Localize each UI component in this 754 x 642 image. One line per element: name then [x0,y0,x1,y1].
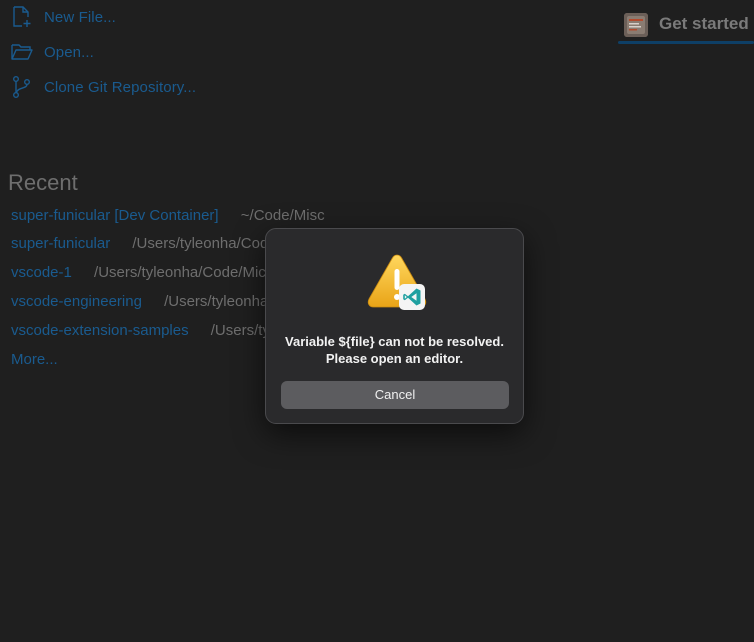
tab-get-started[interactable]: Get started [618,8,754,44]
new-file-icon [10,5,34,29]
new-file-action[interactable]: New File... [10,5,116,29]
recent-item-name[interactable]: super-funicular [Dev Container] [11,207,219,224]
recent-more-link[interactable]: More... [11,351,58,368]
recent-item-name[interactable]: vscode-1 [11,264,72,281]
clone-git-repository-action[interactable]: Clone Git Repository... [10,75,196,99]
folder-open-icon [10,40,34,64]
open-label: Open... [44,43,94,61]
variable-resolution-dialog: Variable ${file} can not be resolved. Pl… [265,228,524,424]
tab-get-started-label: Get started [659,14,749,33]
open-action[interactable]: Open... [10,40,94,64]
clone-git-repository-label: Clone Git Repository... [44,78,197,96]
vscode-welcome-page: New File... Open... Clone Git Repository… [0,0,754,642]
recent-heading: Recent [8,170,78,195]
active-tab-indicator [618,41,754,44]
new-file-label: New File... [44,8,116,26]
get-started-tab-icon [624,13,648,37]
dialog-message: Variable ${file} can not be resolved. Pl… [285,334,504,366]
recent-item[interactable]: vscode-1 /Users/tyleonha/Code/Microsoft [11,264,303,284]
git-branch-icon [10,75,34,99]
cancel-button[interactable]: Cancel [281,381,509,409]
recent-item-name[interactable]: vscode-extension-samples [11,322,189,339]
recent-item-name[interactable]: super-funicular [11,235,110,252]
recent-item[interactable]: super-funicular [Dev Container] ~/Code/M… [11,207,325,227]
recent-item-path: ~/Code/Misc [240,207,325,224]
vscode-icon [399,284,425,310]
recent-item-name[interactable]: vscode-engineering [11,293,142,310]
